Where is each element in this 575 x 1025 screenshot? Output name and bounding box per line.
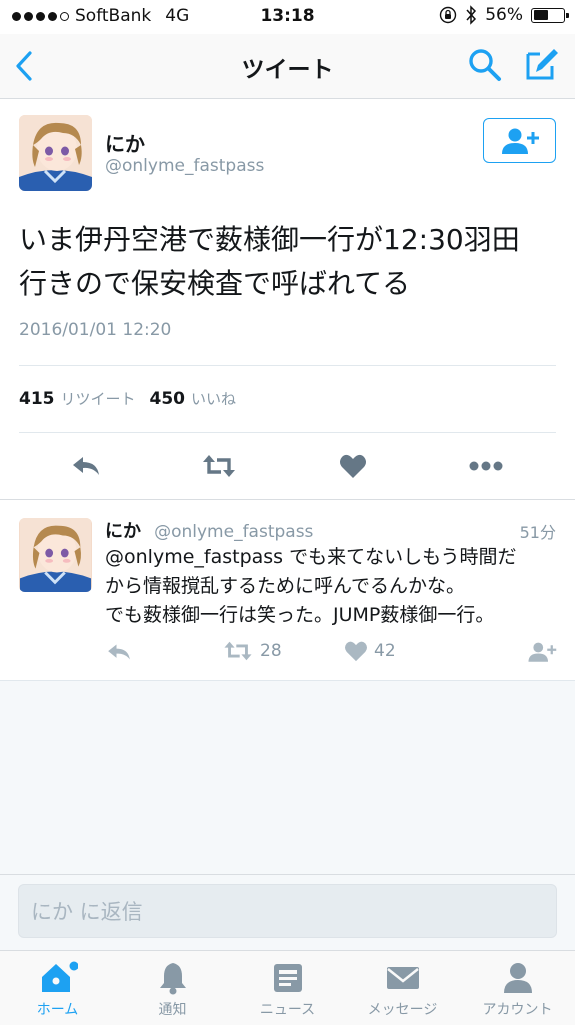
reply-icon bbox=[108, 644, 130, 660]
reply-author-avatar[interactable] bbox=[19, 518, 92, 592]
reply-text-line: から情報撹乱するために呼んでるんかな。 bbox=[105, 575, 466, 597]
reply-input[interactable]: にか に返信 bbox=[18, 884, 557, 938]
reply-text: @onlyme_fastpass でも来てないしもう時間だ から情報撹乱するため… bbox=[105, 543, 565, 630]
retweet-icon bbox=[224, 641, 252, 661]
person-icon bbox=[503, 963, 532, 993]
home-icon bbox=[41, 961, 78, 992]
reply-button[interactable] bbox=[66, 448, 106, 484]
more-button[interactable] bbox=[465, 448, 507, 484]
news-icon bbox=[273, 964, 302, 992]
status-bar: SoftBank 4G 13:18 56% bbox=[0, 0, 575, 34]
retweet-label[interactable]: リツイート bbox=[61, 390, 136, 408]
tab-messages[interactable]: メッセージ bbox=[345, 951, 460, 1025]
heart-icon bbox=[345, 641, 367, 662]
reply-input-placeholder: にか に返信 bbox=[31, 900, 143, 924]
feed-background bbox=[0, 680, 575, 875]
reply-text-line: でも薮様御一行は笑った。JUMP薮様御一行。 bbox=[105, 604, 495, 626]
battery-icon bbox=[531, 7, 569, 23]
tab-label: ホーム bbox=[36, 1002, 79, 1018]
reply-follow-button[interactable] bbox=[526, 638, 558, 666]
tab-bar: ホーム 通知 ニュース メッセージ アカウント bbox=[0, 950, 575, 1025]
divider bbox=[19, 365, 556, 366]
add-user-icon bbox=[501, 128, 539, 154]
follow-button[interactable] bbox=[483, 118, 556, 163]
bell-icon bbox=[159, 963, 186, 995]
tab-home[interactable]: ホーム bbox=[0, 951, 115, 1025]
reply-like-button[interactable]: 42 bbox=[344, 640, 396, 662]
tab-label: 通知 bbox=[158, 1002, 187, 1018]
add-user-icon bbox=[528, 642, 557, 662]
like-button[interactable] bbox=[333, 448, 373, 484]
tab-news[interactable]: ニュース bbox=[230, 951, 345, 1025]
status-bar-right: 56% bbox=[439, 5, 569, 25]
reply-author-name[interactable]: にか bbox=[105, 521, 141, 542]
search-icon[interactable] bbox=[468, 48, 502, 82]
retweet-count[interactable]: 415 bbox=[19, 389, 55, 409]
reply-text-line: @onlyme_fastpass でも来てないしもう時間だ bbox=[105, 546, 517, 568]
retweet-icon bbox=[203, 455, 235, 477]
compose-icon[interactable] bbox=[524, 46, 560, 82]
reply-icon bbox=[73, 457, 99, 475]
orientation-lock-icon bbox=[440, 6, 457, 24]
reply-age: 51分 bbox=[519, 523, 556, 542]
battery-percent: 56% bbox=[485, 5, 523, 25]
tab-label: メッセージ bbox=[367, 1002, 438, 1018]
like-label[interactable]: いいね bbox=[191, 390, 236, 408]
retweet-button[interactable] bbox=[197, 448, 241, 484]
reply-reply-button[interactable] bbox=[104, 640, 134, 664]
divider bbox=[19, 432, 556, 433]
author-name[interactable]: にか bbox=[105, 128, 145, 157]
tab-label: アカウント bbox=[482, 1002, 553, 1018]
heart-icon bbox=[340, 454, 366, 478]
author-handle[interactable]: @onlyme_fastpass bbox=[105, 156, 264, 176]
tab-label: ニュース bbox=[259, 1002, 316, 1018]
tab-account[interactable]: アカウント bbox=[460, 951, 575, 1025]
tab-notifications[interactable]: 通知 bbox=[115, 951, 230, 1025]
reply-author-handle[interactable]: @onlyme_fastpass bbox=[154, 522, 313, 542]
tweet-text-line: 行きので保安検査で呼ばれてる bbox=[19, 267, 411, 300]
reply-retweet-count: 28 bbox=[260, 641, 282, 661]
avatar-illustration bbox=[19, 518, 92, 592]
tweet-stats: 415 リツイート 450 いいね bbox=[19, 388, 250, 409]
avatar-illustration bbox=[19, 115, 92, 191]
more-dots-icon bbox=[469, 461, 503, 471]
like-count[interactable]: 450 bbox=[150, 389, 186, 409]
reply-header: にか @onlyme_fastpass bbox=[105, 517, 313, 543]
navigation-bar: ツイート bbox=[0, 34, 575, 99]
envelope-icon bbox=[386, 967, 419, 989]
tweet-text-line: いま伊丹空港で薮様御一行が12:30羽田 bbox=[19, 223, 520, 256]
reply-like-count: 42 bbox=[374, 641, 396, 661]
author-avatar[interactable] bbox=[19, 115, 92, 191]
tweet-text: いま伊丹空港で薮様御一行が12:30羽田 行きので保安検査で呼ばれてる bbox=[19, 218, 564, 306]
reply-retweet-button[interactable]: 28 bbox=[222, 640, 282, 662]
tweet-timestamp: 2016/01/01 12:20 bbox=[19, 320, 172, 340]
divider bbox=[0, 499, 575, 500]
bluetooth-icon bbox=[466, 5, 477, 25]
